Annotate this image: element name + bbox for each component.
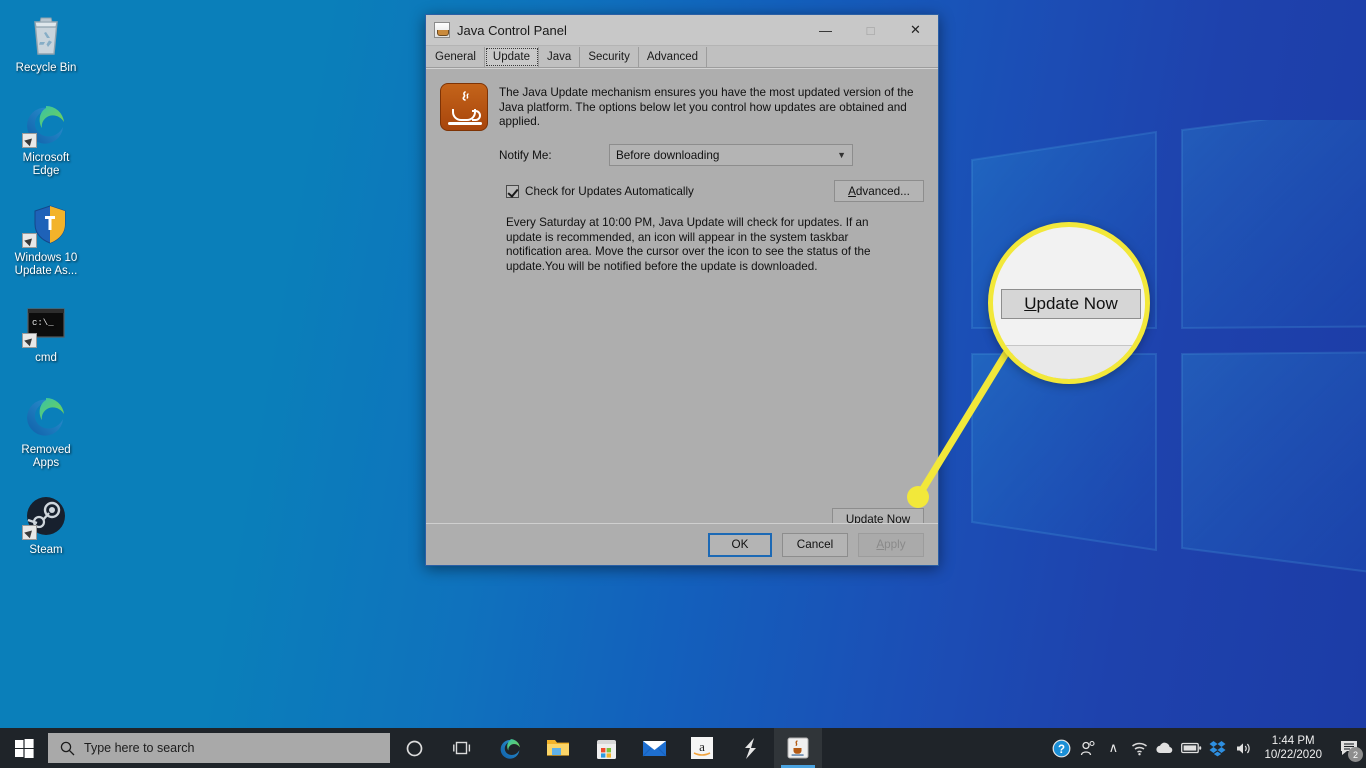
desktop-icon-recycle-bin[interactable]: Recycle Bin (8, 10, 84, 75)
show-hidden-icons-icon[interactable]: ∧ (1100, 728, 1126, 768)
taskbar-java-control-panel[interactable] (774, 728, 822, 768)
microsoft-store-icon (596, 740, 616, 759)
search-placeholder: Type here to search (84, 741, 195, 755)
system-tray[interactable]: ? ∧ 1:44 PM 10/22/2020 2 (1048, 728, 1366, 768)
clock-time: 1:44 PM (1271, 735, 1315, 747)
dropbox-icon[interactable] (1204, 728, 1230, 768)
steam-icon (22, 492, 70, 540)
tab-general[interactable]: General (427, 47, 485, 67)
taskbar-task-view[interactable] (438, 728, 486, 768)
start-button[interactable] (0, 728, 48, 768)
dialog-footer: OK Cancel Apply (426, 523, 938, 565)
action-center-button[interactable]: 2 (1332, 728, 1366, 768)
taskbar-microsoft-store[interactable] (582, 728, 630, 768)
desktop-icon-label: Removed Apps (21, 444, 71, 469)
notify-me-row: Notify Me: Before downloading ▼ (440, 144, 924, 166)
update-tab-panel: The Java Update mechanism ensures you ha… (426, 68, 938, 542)
task-view-icon (452, 741, 470, 754)
notification-badge: 2 (1348, 747, 1363, 762)
check-updates-automatically-label: Check for Updates Automatically (525, 184, 694, 198)
taskbar-app-s[interactable] (726, 728, 774, 768)
desktop-icon-label: Steam (29, 544, 63, 556)
tab-advanced[interactable]: Advanced (639, 47, 708, 67)
shortcut-arrow-icon (22, 233, 37, 248)
intro-row: The Java Update mechanism ensures you ha… (440, 83, 924, 131)
desktop-icon-label: Recycle Bin (15, 62, 77, 74)
minimize-button[interactable]: — (803, 15, 848, 45)
close-button[interactable]: ✕ (893, 15, 938, 45)
volume-icon[interactable] (1230, 728, 1256, 768)
schedule-description: Every Saturday at 10:00 PM, Java Update … (506, 216, 871, 273)
taskbar-microsoft-edge[interactable] (486, 728, 534, 768)
desktop-icon-label: cmd (35, 352, 57, 364)
magnifier-callout: Update Now (988, 222, 1150, 384)
svg-text:a: a (699, 739, 705, 754)
microsoft-edge-icon (500, 738, 520, 759)
notify-me-label: Notify Me: (499, 148, 552, 162)
clock-date: 10/22/2020 (1264, 749, 1322, 761)
recycle-bin-icon (22, 10, 70, 58)
cortana-icon (406, 740, 422, 756)
file-explorer-icon (546, 740, 569, 756)
microsoft-edge-icon (22, 100, 70, 148)
desktop-icon-steam[interactable]: Steam (8, 492, 84, 557)
people-icon[interactable] (1074, 728, 1100, 768)
ok-button[interactable]: OK (708, 532, 772, 557)
apply-button[interactable]: Apply (858, 532, 924, 557)
notify-me-value: Before downloading (616, 148, 720, 162)
tab-update[interactable]: Update (484, 47, 540, 67)
intro-text: The Java Update mechanism ensures you ha… (499, 86, 914, 128)
windows-defender-shield-icon (22, 200, 70, 248)
desktop-icon-label: Windows 10 Update As... (14, 252, 78, 277)
help-icon[interactable]: ? (1048, 728, 1074, 768)
taskbar-amazon[interactable]: a (678, 728, 726, 768)
java-cup-icon (787, 737, 809, 759)
shortcut-arrow-icon (22, 333, 37, 348)
windows-logo-icon (14, 738, 34, 758)
desktop-icon-windows-10-update-assistant[interactable]: Windows 10 Update As... (8, 200, 84, 278)
search-box[interactable]: Type here to search (48, 733, 390, 763)
magnified-footer-strip (993, 345, 1145, 379)
window-title: Java Control Panel (457, 22, 567, 38)
maximize-button[interactable]: □ (848, 15, 893, 45)
amazon-icon: a (691, 737, 713, 759)
search-icon (60, 741, 75, 755)
mail-icon (642, 740, 666, 756)
java-cup-icon (434, 22, 450, 38)
taskbar-mail[interactable] (630, 728, 678, 768)
onedrive-icon[interactable] (1152, 728, 1178, 768)
microsoft-edge-icon (22, 392, 70, 440)
notify-me-select[interactable]: Before downloading ▼ (609, 144, 853, 166)
taskbar-file-explorer[interactable] (534, 728, 582, 768)
java-logo-icon (440, 83, 488, 131)
window-titlebar[interactable]: Java Control Panel — □ ✕ (426, 15, 938, 46)
check-updates-automatically-checkbox[interactable] (506, 184, 519, 198)
svg-text:c:\_: c:\_ (32, 318, 54, 328)
desktop-icon-removed-apps[interactable]: Removed Apps (8, 392, 84, 470)
network-icon[interactable] (1126, 728, 1152, 768)
tab-strip[interactable]: General Update Java Security Advanced (426, 46, 938, 68)
taskbar-clock[interactable]: 1:44 PM 10/22/2020 (1256, 734, 1332, 762)
desktop-icon-microsoft-edge[interactable]: Microsoft Edge (8, 100, 84, 178)
chevron-down-icon: ▼ (837, 150, 846, 160)
desktop-icon-label: Microsoft Edge (22, 152, 70, 177)
desktop[interactable]: Recycle Bin Microsoft Edge Windows 10 Up… (0, 0, 1366, 768)
advanced-button[interactable]: Advanced... (834, 180, 924, 202)
check-updates-row: Check for Updates Automatically Advanced… (440, 180, 924, 202)
shortcut-arrow-icon (22, 525, 37, 540)
command-prompt-icon: c:\_ (22, 300, 70, 348)
desktop-icon-cmd[interactable]: c:\_ cmd (8, 300, 84, 365)
java-control-panel-window[interactable]: Java Control Panel — □ ✕ General Update … (425, 14, 939, 566)
s-bolt-icon (745, 737, 756, 759)
tab-security[interactable]: Security (580, 47, 639, 67)
magnified-update-now-button: Update Now (1001, 289, 1141, 319)
svg-text:?: ? (1058, 744, 1065, 756)
shortcut-arrow-icon (22, 133, 37, 148)
taskbar[interactable]: Type here to search a ? ∧ 1:44 PM 10/22/… (0, 728, 1366, 768)
battery-icon[interactable] (1178, 728, 1204, 768)
tab-java[interactable]: Java (539, 47, 581, 67)
taskbar-cortana[interactable] (390, 728, 438, 768)
cancel-button[interactable]: Cancel (782, 532, 848, 557)
